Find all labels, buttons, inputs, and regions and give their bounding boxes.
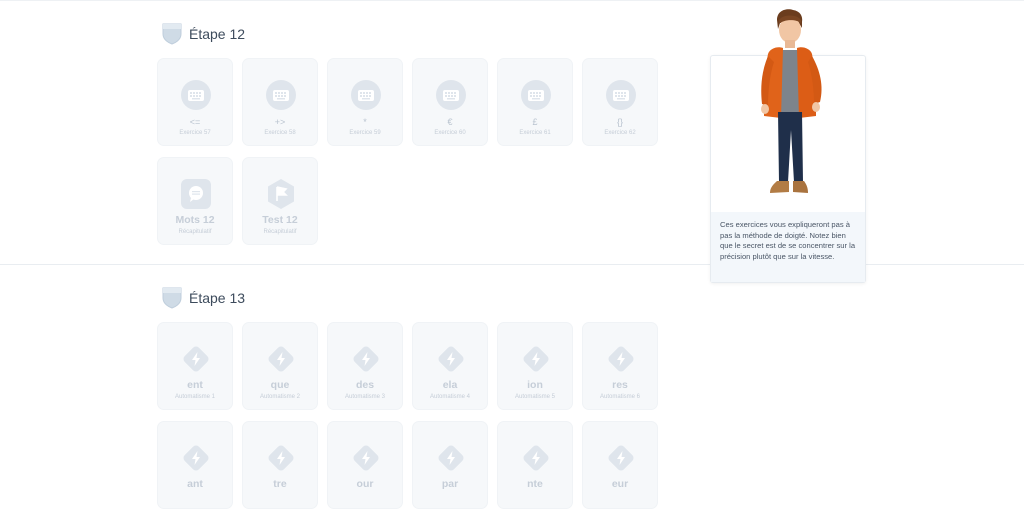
speech-bubble-icon [181, 179, 211, 209]
exercise-card[interactable]: Mots 12 Récapitulatif [157, 157, 233, 245]
lightning-icon [183, 346, 209, 372]
lightning-icon [608, 346, 634, 372]
exercise-card[interactable]: que Automatisme 2 [242, 322, 318, 410]
exercise-label: Test 12 [262, 214, 298, 226]
exercise-label: * [363, 117, 367, 127]
exercise-card[interactable]: res Automatisme 6 [582, 322, 658, 410]
exercise-label: € [447, 117, 453, 127]
keyboard-icon [521, 80, 551, 110]
step-12-header: Étape 12 [162, 23, 245, 45]
exercise-label: ion [527, 379, 543, 391]
keyboard-icon [436, 80, 466, 110]
exercise-card[interactable]: tre [242, 421, 318, 509]
exercise-card[interactable]: * Exercice 59 [327, 58, 403, 146]
exercise-card[interactable]: eur [582, 421, 658, 509]
exercise-label: par [441, 478, 459, 490]
shield-icon [162, 23, 182, 45]
exercise-sublabel: Exercice 62 [604, 130, 636, 136]
exercise-card[interactable]: ent Automatisme 1 [157, 322, 233, 410]
exercise-label: ela [442, 379, 458, 391]
exercise-label: £ [532, 117, 538, 127]
exercise-label: ant [187, 478, 203, 490]
exercise-label: ent [187, 379, 203, 391]
exercise-card[interactable]: par [412, 421, 488, 509]
keyboard-icon [266, 80, 296, 110]
exercise-label: <= [189, 117, 201, 127]
exercise-sublabel: Récapitulatif [178, 229, 212, 235]
lightning-icon [523, 346, 549, 372]
exercise-sublabel: Automatisme 6 [599, 394, 641, 400]
coach-avatar [761, 9, 822, 193]
exercise-card[interactable]: {} Exercice 62 [582, 58, 658, 146]
exercise-sublabel: Exercice 61 [519, 130, 551, 136]
exercise-sublabel: Récapitulatif [263, 229, 297, 235]
exercise-label: our [356, 478, 374, 490]
exercise-label: tre [273, 478, 287, 490]
lightning-icon [268, 445, 294, 471]
exercise-card[interactable]: our [327, 421, 403, 509]
top-divider [0, 0, 1024, 1]
exercise-label: des [355, 379, 375, 391]
exercise-card[interactable]: Test 12 Récapitulatif [242, 157, 318, 245]
exercise-sublabel: Automatisme 1 [174, 394, 216, 400]
step-title: Étape 12 [189, 26, 246, 42]
lightning-icon [268, 346, 294, 372]
exercise-label: Mots 12 [175, 214, 215, 226]
exercise-card[interactable]: <= Exercice 57 [157, 58, 233, 146]
lightning-icon [353, 445, 379, 471]
exercise-sublabel: Exercice 58 [264, 130, 296, 136]
lightning-icon [353, 346, 379, 372]
keyboard-icon [351, 80, 381, 110]
lightning-icon [438, 346, 464, 372]
lightning-icon [523, 445, 549, 471]
exercise-sublabel: Automatisme 4 [429, 394, 471, 400]
exercise-sublabel: Exercice 60 [434, 130, 466, 136]
keyboard-icon [606, 80, 636, 110]
exercise-sublabel: Automatisme 3 [344, 394, 386, 400]
exercise-card[interactable]: ant [157, 421, 233, 509]
exercise-sublabel: Automatisme 5 [514, 394, 556, 400]
exercise-sublabel: Exercice 59 [349, 130, 381, 136]
exercise-card[interactable]: nte [497, 421, 573, 509]
exercise-label: +> [274, 117, 286, 127]
shield-icon [162, 287, 182, 309]
exercise-card[interactable]: des Automatisme 3 [327, 322, 403, 410]
exercise-card[interactable]: £ Exercice 61 [497, 58, 573, 146]
coach-message: Ces exercices vous expliqueront pas à pa… [711, 212, 865, 282]
exercise-card[interactable]: +> Exercice 58 [242, 58, 318, 146]
exercise-sublabel: Exercice 57 [179, 130, 211, 136]
lightning-icon [438, 445, 464, 471]
step-13-header: Étape 13 [162, 287, 245, 309]
exercise-card[interactable]: ela Automatisme 4 [412, 322, 488, 410]
exercise-label: nte [527, 478, 543, 490]
exercise-label: que [270, 379, 290, 391]
flag-icon [268, 179, 294, 209]
exercise-card[interactable]: ion Automatisme 5 [497, 322, 573, 410]
exercise-label: {} [616, 117, 623, 127]
section-divider [0, 264, 1024, 265]
lightning-icon [183, 445, 209, 471]
exercise-label: eur [611, 478, 629, 490]
step-title: Étape 13 [189, 290, 246, 306]
exercise-label: res [612, 379, 628, 391]
keyboard-icon [181, 80, 211, 110]
exercise-sublabel: Automatisme 2 [259, 394, 301, 400]
exercise-card[interactable]: € Exercice 60 [412, 58, 488, 146]
lightning-icon [608, 445, 634, 471]
